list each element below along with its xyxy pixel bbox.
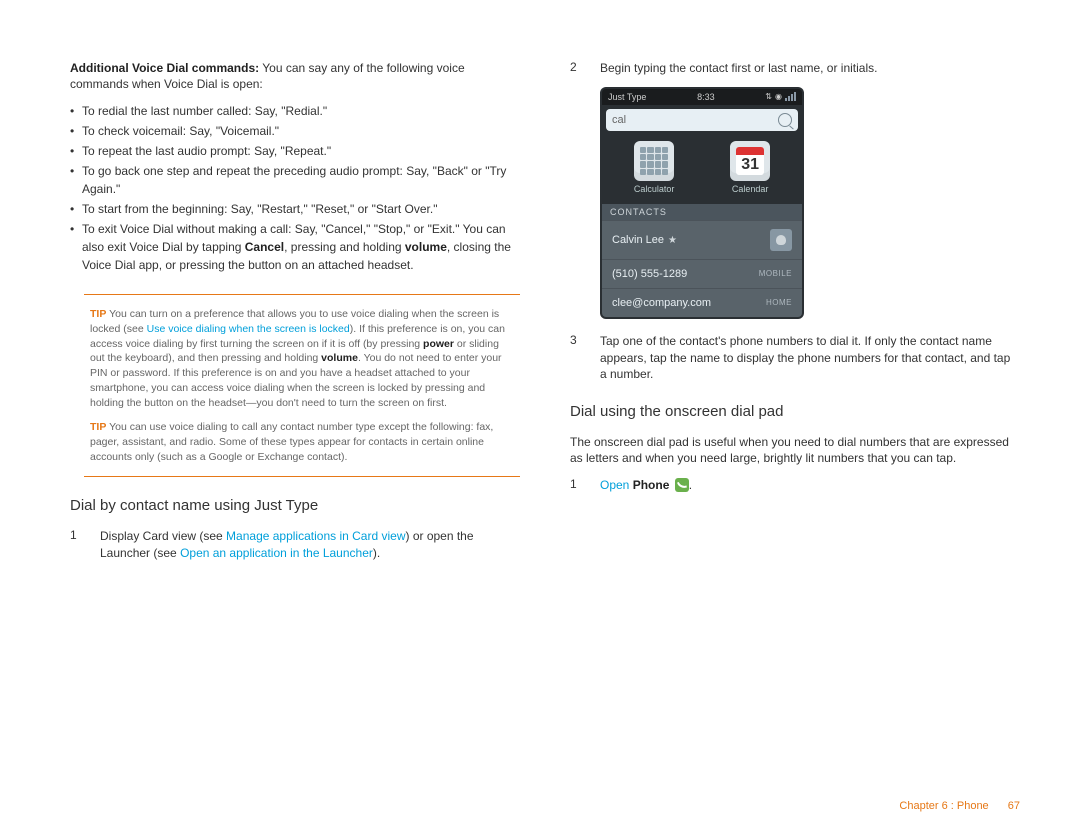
step-number: 2 [570, 60, 584, 77]
tip-entry: TIP You can turn on a preference that al… [90, 307, 514, 410]
contact-email-row[interactable]: clee@company.com HOME [602, 288, 802, 317]
tip-label: TIP [90, 421, 106, 433]
step-body: Tap one of the contact's phone numbers t… [600, 333, 1020, 383]
list-item: To start from the beginning: Say, "Resta… [70, 200, 520, 218]
step-number: 1 [570, 477, 584, 494]
tip-text: You can use voice dialing to call any co… [90, 421, 493, 462]
contact-phone: (510) 555-1289 [612, 268, 687, 280]
voice-commands-list: To redial the last number called: Say, "… [70, 102, 520, 274]
step-number: 3 [570, 333, 584, 383]
contact-phone-row[interactable]: (510) 555-1289 MOBILE [602, 259, 802, 288]
step-tail: . [689, 478, 692, 492]
app-calculator[interactable]: Calculator [634, 141, 675, 194]
page-footer: Chapter 6 : Phone 67 [899, 800, 1020, 812]
chapter-label: Chapter 6 : Phone [899, 800, 988, 812]
status-app-name: Just Type [608, 92, 646, 102]
link-manage-card-view[interactable]: Manage applications in Card view [226, 529, 405, 543]
status-icons: ⇅ ◉ [765, 92, 796, 101]
list-item: To repeat the last audio prompt: Say, "R… [70, 142, 520, 160]
step-row: 3 Tap one of the contact's phone numbers… [570, 333, 1020, 383]
voice-dial-intro: Additional Voice Dial commands: You can … [70, 60, 520, 92]
wifi-icon: ⇅ [765, 92, 772, 101]
search-value: cal [612, 114, 626, 126]
contact-email: clee@company.com [612, 297, 711, 309]
contact-email-type: HOME [766, 298, 792, 307]
list-item: To check voicemail: Say, "Voicemail." [70, 122, 520, 140]
app-label: Calendar [732, 184, 769, 194]
right-column: 2 Begin typing the contact first or last… [570, 60, 1020, 572]
contacts-header: CONTACTS [602, 204, 802, 220]
phone-screenshot: Just Type 8:33 ⇅ ◉ cal Calculator 31 [600, 87, 804, 319]
signal-icon [785, 92, 796, 101]
link-voice-dial-locked[interactable]: Use voice dialing when the screen is loc… [147, 323, 350, 335]
left-column: Additional Voice Dial commands: You can … [70, 60, 520, 572]
bold-volume: volume [321, 352, 358, 364]
tip-entry: TIP You can use voice dialing to call an… [90, 420, 514, 464]
phone-search-field[interactable]: cal [606, 109, 798, 131]
step-text: ). [373, 546, 380, 560]
app-calendar[interactable]: 31 Calendar [730, 141, 770, 194]
section-heading-just-type: Dial by contact name using Just Type [70, 497, 520, 514]
intro-lead: Additional Voice Dial commands: [70, 61, 259, 75]
calendar-icon: 31 [730, 141, 770, 181]
bold-power: power [423, 338, 454, 350]
favorite-star-icon: ★ [668, 235, 677, 246]
page-number: 67 [1008, 800, 1020, 812]
link-open-app-launcher[interactable]: Open an application in the Launcher [180, 546, 373, 560]
contact-name: Calvin Lee [612, 234, 664, 246]
phone-app-results: Calculator 31 Calendar [602, 135, 802, 204]
step-row: 2 Begin typing the contact first or last… [570, 60, 1020, 77]
phone-app-name: Phone [633, 478, 670, 492]
dial-pad-intro: The onscreen dial pad is useful when you… [570, 434, 1020, 466]
link-open[interactable]: Open [600, 478, 629, 492]
tip-box: TIP You can turn on a preference that al… [84, 294, 520, 477]
calendar-day: 31 [736, 155, 764, 175]
list-item: To exit Voice Dial without making a call… [70, 220, 520, 274]
list-item: To go back one step and repeat the prece… [70, 162, 520, 198]
step-body: Begin typing the contact first or last n… [600, 60, 1020, 77]
phone-icon [675, 478, 689, 492]
step-row: 1 Open Phone . [570, 477, 1020, 494]
list-item: To redial the last number called: Say, "… [70, 102, 520, 120]
tip-label: TIP [90, 308, 106, 320]
search-icon [778, 113, 792, 127]
calculator-icon [634, 141, 674, 181]
phone-status-bar: Just Type 8:33 ⇅ ◉ [602, 89, 802, 105]
contact-phone-type: MOBILE [759, 269, 792, 278]
avatar-icon [770, 229, 792, 251]
step-body: Open Phone . [600, 477, 1020, 494]
step-body: Display Card view (see Manage applicatio… [100, 528, 520, 562]
step-text: Display Card view (see [100, 529, 226, 543]
status-time: 8:33 [697, 92, 715, 102]
step-row: 1 Display Card view (see Manage applicat… [70, 528, 520, 562]
section-heading-dial-pad: Dial using the onscreen dial pad [570, 403, 1020, 420]
app-label: Calculator [634, 184, 675, 194]
network-icon: ◉ [775, 92, 782, 101]
step-number: 1 [70, 528, 84, 562]
contact-name-row[interactable]: Calvin Lee ★ [602, 220, 802, 259]
